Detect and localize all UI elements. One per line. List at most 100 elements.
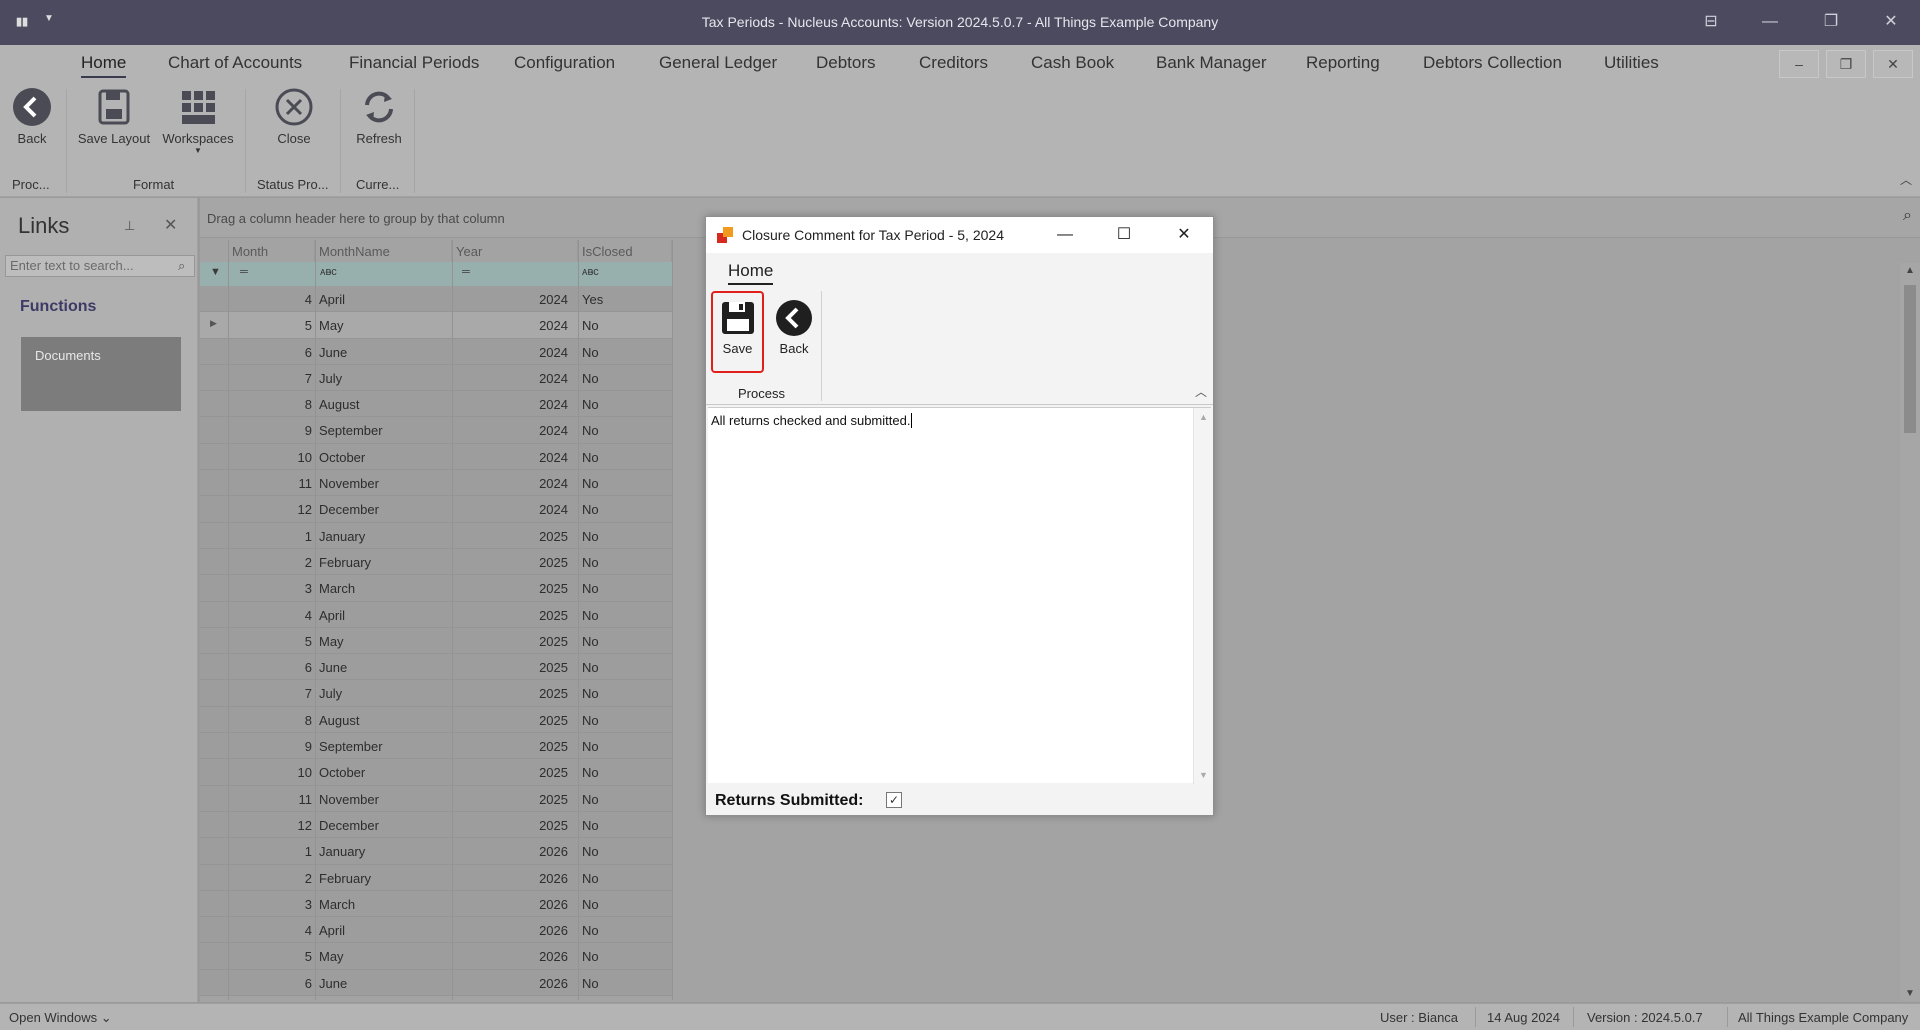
cell-year[interactable]: 2024	[456, 292, 568, 307]
returns-submitted-checkbox[interactable]: ✓	[886, 792, 902, 808]
ribbon-collapse-icon[interactable]: ︿	[1900, 171, 1912, 188]
menu-reporting[interactable]: Reporting	[1306, 53, 1380, 73]
cell-year[interactable]: 2024	[456, 397, 568, 412]
cell-month[interactable]: 5	[228, 318, 312, 333]
scroll-down-icon[interactable]: ▼	[1905, 988, 1915, 999]
cell-isclosed[interactable]: No	[582, 371, 599, 386]
comment-scrollbar[interactable]: ▲ ▼	[1193, 408, 1211, 784]
cell-isclosed[interactable]: No	[582, 976, 599, 991]
table-row[interactable]: 4 April 2024 Yes	[200, 286, 672, 313]
cell-monthname[interactable]: January	[319, 844, 365, 859]
find-icon[interactable]: ⌕	[1903, 207, 1912, 225]
cell-year[interactable]: 2025	[456, 739, 568, 754]
cell-year[interactable]: 2024	[456, 345, 568, 360]
cell-isclosed[interactable]: No	[582, 397, 599, 412]
table-row[interactable]: ▶ 5 May 2024 No	[200, 312, 672, 339]
cell-month[interactable]: 9	[228, 739, 312, 754]
cell-year[interactable]: 2025	[456, 713, 568, 728]
cell-month[interactable]: 5	[228, 949, 312, 964]
dialog-minimize-button[interactable]: —	[1050, 222, 1080, 248]
cell-monthname[interactable]: April	[319, 608, 345, 623]
documents-item[interactable]: Documents	[21, 337, 181, 411]
cell-month[interactable]: 6	[228, 976, 312, 991]
cell-monthname[interactable]: March	[319, 581, 355, 596]
table-row[interactable]: 2 February 2025 No	[200, 548, 672, 576]
menu-home[interactable]: Home	[81, 53, 127, 78]
cell-month[interactable]: 5	[228, 634, 312, 649]
mdi-minimize-button[interactable]: –	[1779, 50, 1819, 78]
cell-month[interactable]: 8	[228, 713, 312, 728]
column-header-isclosed[interactable]: IsClosed	[578, 240, 672, 262]
search-icon[interactable]: ⌕	[178, 258, 185, 274]
table-row[interactable]: 5 May 2026 No	[200, 943, 672, 970]
scroll-down-icon[interactable]: ▼	[1199, 770, 1208, 780]
cell-month[interactable]: 6	[228, 660, 312, 675]
cell-monthname[interactable]: December	[319, 502, 379, 517]
cell-isclosed[interactable]: No	[582, 345, 599, 360]
cell-month[interactable]: 10	[228, 765, 312, 780]
cell-monthname[interactable]: May	[319, 318, 344, 333]
cell-isclosed[interactable]: No	[582, 923, 599, 938]
column-header-monthname[interactable]: MonthName	[315, 240, 452, 262]
minimize-button[interactable]: —	[1756, 10, 1784, 34]
table-row[interactable]: 1 January 2026 No	[200, 838, 672, 865]
cell-month[interactable]: 2	[228, 871, 312, 886]
open-windows-dropdown[interactable]: Open Windows ⌄	[9, 1010, 112, 1026]
cell-monthname[interactable]: December	[319, 818, 379, 833]
cell-isclosed[interactable]: No	[582, 581, 599, 596]
close-window-button[interactable]: ✕	[1877, 10, 1905, 34]
cell-monthname[interactable]: November	[319, 792, 379, 807]
cell-isclosed[interactable]: No	[582, 529, 599, 544]
cell-isclosed[interactable]: No	[582, 660, 599, 675]
cell-month[interactable]: 4	[228, 292, 312, 307]
cell-year[interactable]: 2025	[456, 792, 568, 807]
cell-year[interactable]: 2026	[456, 871, 568, 886]
cell-year[interactable]: 2024	[456, 318, 568, 333]
cell-month[interactable]: 8	[228, 397, 312, 412]
cell-year[interactable]: 2026	[456, 949, 568, 964]
table-row[interactable]: 4 April 2026 No	[200, 917, 672, 944]
cell-month[interactable]: 12	[228, 502, 312, 517]
cell-year[interactable]: 2024	[456, 450, 568, 465]
table-row[interactable]: 7 July 2025 No	[200, 680, 672, 707]
cell-month[interactable]: 12	[228, 818, 312, 833]
table-row[interactable]: 11 November 2025 No	[200, 785, 672, 812]
cell-year[interactable]: 2025	[456, 660, 568, 675]
back-button[interactable]: Back	[10, 87, 54, 146]
save-layout-button[interactable]: Save Layout	[74, 87, 154, 146]
links-search-input[interactable]: Enter text to search...	[5, 255, 195, 277]
workspaces-button[interactable]: Workspaces ▼	[160, 87, 236, 155]
cell-month[interactable]: 4	[228, 608, 312, 623]
cell-isclosed[interactable]: No	[582, 739, 599, 754]
cell-isclosed[interactable]: No	[582, 555, 599, 570]
table-row[interactable]: 4 April 2025 No	[200, 601, 672, 628]
cell-isclosed[interactable]: No	[582, 871, 599, 886]
cell-monthname[interactable]: June	[319, 660, 347, 675]
cell-isclosed[interactable]: No	[582, 686, 599, 701]
cell-monthname[interactable]: May	[319, 634, 344, 649]
scroll-up-icon[interactable]: ▲	[1905, 265, 1915, 276]
cell-isclosed[interactable]: No	[582, 318, 599, 333]
cell-monthname[interactable]: August	[319, 713, 359, 728]
cell-monthname[interactable]: March	[319, 897, 355, 912]
cell-month[interactable]: 3	[228, 897, 312, 912]
table-row[interactable]: 11 November 2024 No	[200, 470, 672, 497]
cell-monthname[interactable]: April	[319, 923, 345, 938]
table-row[interactable]: 9 September 2025 No	[200, 733, 672, 760]
cell-month[interactable]: 1	[228, 844, 312, 859]
menu-financial-periods[interactable]: Financial Periods	[349, 53, 479, 73]
menu-creditors[interactable]: Creditors	[919, 53, 988, 73]
table-row[interactable]: 2 February 2026 No	[200, 864, 672, 891]
auto-filter-row[interactable]: ▼ ═ ᴀᴃᴄ ═ ᴀᴃᴄ	[200, 262, 672, 286]
menu-bank-manager[interactable]: Bank Manager	[1156, 53, 1267, 73]
cell-monthname[interactable]: August	[319, 397, 359, 412]
mdi-restore-button[interactable]: ❐	[1826, 50, 1866, 78]
cell-year[interactable]: 2026	[456, 844, 568, 859]
cell-monthname[interactable]: April	[319, 292, 345, 307]
cell-year[interactable]: 2025	[456, 686, 568, 701]
mdi-close-button[interactable]: ✕	[1873, 50, 1913, 78]
cell-month[interactable]: 2	[228, 555, 312, 570]
cell-month[interactable]: 3	[228, 581, 312, 596]
menu-cash-book[interactable]: Cash Book	[1031, 53, 1114, 73]
cell-isclosed[interactable]: No	[582, 818, 599, 833]
